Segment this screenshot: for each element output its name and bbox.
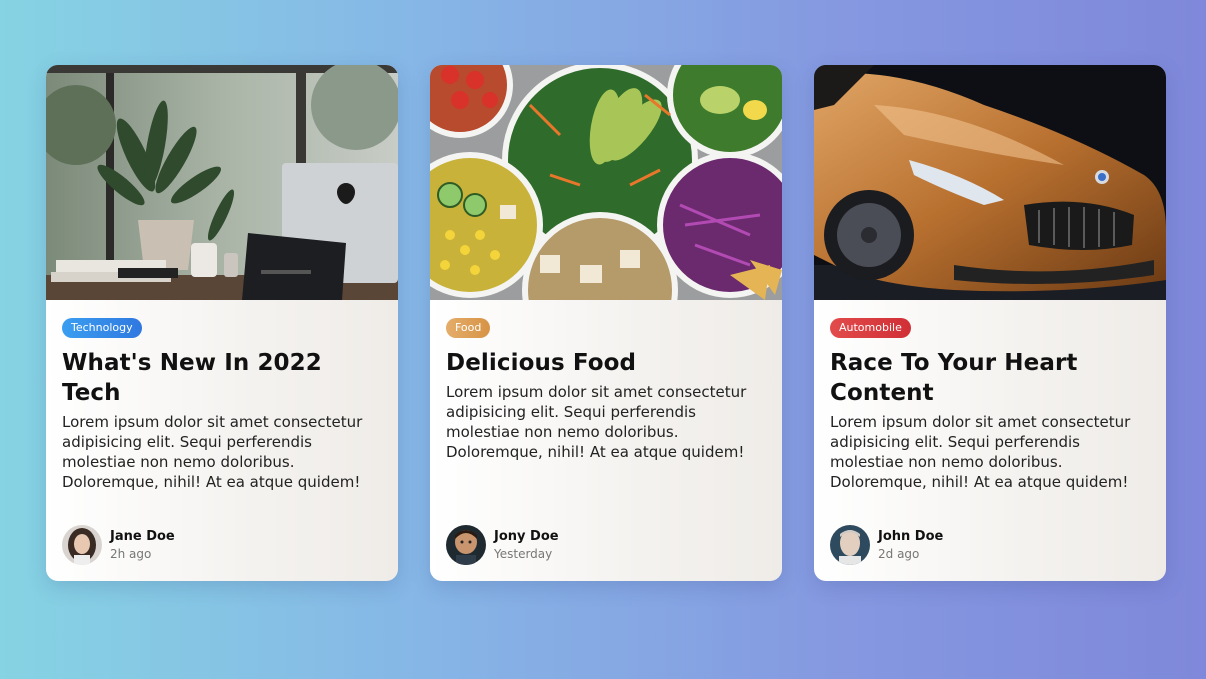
author-block: John Doe 2d ago bbox=[830, 525, 943, 565]
avatar[interactable] bbox=[830, 525, 870, 565]
post-time: 2d ago bbox=[878, 546, 920, 561]
author-block: Jony Doe Yesterday bbox=[446, 525, 559, 565]
card-food[interactable]: Food Delicious Food Lorem ipsum dolor si… bbox=[430, 65, 782, 581]
avatar[interactable] bbox=[446, 525, 486, 565]
card-automobile[interactable]: Automobile Race To Your Heart Content Lo… bbox=[814, 65, 1166, 581]
card-description: Lorem ipsum dolor sit amet consectetur a… bbox=[830, 413, 1131, 491]
card-title[interactable]: What's New In 2022 Tech bbox=[62, 348, 382, 408]
category-badge[interactable]: Technology bbox=[62, 318, 142, 338]
post-time: Yesterday bbox=[494, 546, 553, 561]
category-badge[interactable]: Automobile bbox=[830, 318, 911, 338]
avatar[interactable] bbox=[62, 525, 102, 565]
card-image-tech-office bbox=[46, 65, 398, 300]
post-time: 2h ago bbox=[110, 546, 152, 561]
card-list: Technology What's New In 2022 Tech Lorem… bbox=[46, 65, 1166, 581]
card-description: Lorem ipsum dolor sit amet consectetur a… bbox=[446, 383, 747, 461]
card-description: Lorem ipsum dolor sit amet consectetur a… bbox=[62, 413, 363, 491]
author-name[interactable]: John Doe bbox=[878, 528, 943, 545]
category-badge[interactable]: Food bbox=[446, 318, 491, 338]
card-image-salad-bowls bbox=[430, 65, 782, 300]
card-title[interactable]: Delicious Food bbox=[446, 348, 766, 378]
card-title[interactable]: Race To Your Heart Content bbox=[830, 348, 1150, 408]
author-name[interactable]: Jane Doe bbox=[110, 528, 175, 545]
author-name[interactable]: Jony Doe bbox=[494, 528, 559, 545]
card-image-sports-car bbox=[814, 65, 1166, 300]
card-technology[interactable]: Technology What's New In 2022 Tech Lorem… bbox=[46, 65, 398, 581]
author-block: Jane Doe 2h ago bbox=[62, 525, 175, 565]
